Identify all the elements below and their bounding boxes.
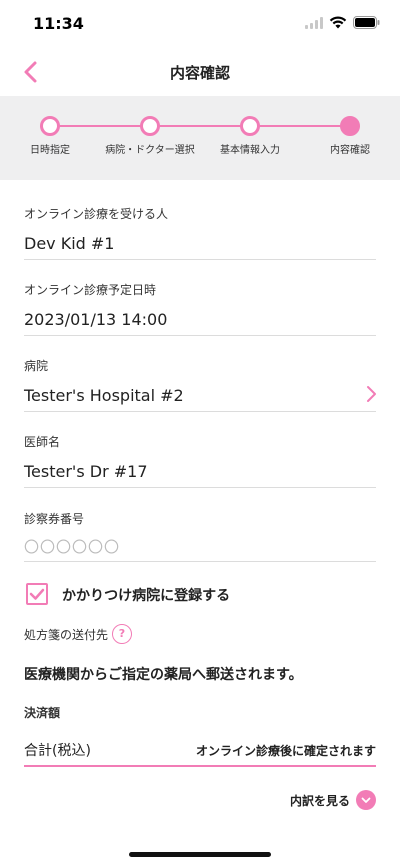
prescription-label: 処方箋の送付先 <box>24 628 109 642</box>
step-dot-4 <box>340 116 360 136</box>
prescription-text: 医療機関からご指定の薬局へ郵送されます。 <box>24 667 303 683</box>
step-dot-2 <box>140 116 160 136</box>
step-label-2: 病院・ドクター選択 <box>105 145 195 156</box>
page-title: 内容確認 <box>169 64 230 82</box>
total-label: 合計(税込) <box>24 743 91 759</box>
nav-bar: 内容確認 <box>0 50 400 94</box>
step-label-1: 日時指定 <box>30 145 70 156</box>
ticket-number-label: 診察券番号 <box>24 512 85 526</box>
view-details-label: 内訳を見る <box>289 793 350 808</box>
doctor-label: 医師名 <box>24 435 61 449</box>
payment-label: 決済額 <box>24 706 61 720</box>
status-icons <box>305 16 380 29</box>
home-indicator <box>129 852 271 857</box>
status-bar: 11:34 <box>0 0 400 50</box>
step-label-3: 基本情報入力 <box>220 145 280 156</box>
patient-label: オンライン診療を受ける人 <box>24 207 169 221</box>
payment-divider <box>24 765 376 767</box>
divider <box>24 561 376 562</box>
wifi-icon <box>329 16 347 29</box>
stepper-line <box>50 125 350 127</box>
step-dot-1 <box>40 116 60 136</box>
signal-icon <box>305 16 323 29</box>
family-hospital-label[interactable]: かかりつけ病院に登録する <box>62 585 230 605</box>
datetime-label: オンライン診療予定日時 <box>24 283 157 297</box>
progress-stepper: 日時指定 病院・ドクター選択 基本情報入力 内容確認 <box>0 96 400 180</box>
hospital-value[interactable]: Tester's Hospital #2 <box>24 386 184 405</box>
divider <box>24 335 376 336</box>
divider <box>24 411 376 412</box>
checkmark-icon <box>29 588 45 600</box>
status-time: 11:34 <box>33 14 84 33</box>
patient-value: Dev Kid #1 <box>24 234 115 253</box>
chevron-down-icon <box>356 790 376 810</box>
step-dot-3 <box>240 116 260 136</box>
view-details-button[interactable]: 内訳を見る <box>290 790 376 810</box>
battery-icon <box>353 16 380 29</box>
ticket-number-input[interactable]: 〇〇〇〇〇〇 <box>24 536 120 557</box>
datetime-value: 2023/01/13 14:00 <box>24 310 168 329</box>
chevron-right-icon[interactable] <box>364 385 378 403</box>
divider <box>24 487 376 488</box>
doctor-value: Tester's Dr #17 <box>24 462 148 481</box>
divider <box>24 259 376 260</box>
hospital-label: 病院 <box>24 359 49 373</box>
family-hospital-checkbox[interactable] <box>26 583 48 605</box>
total-value: オンライン診療後に確定されます <box>195 744 376 758</box>
step-label-4: 内容確認 <box>330 145 370 156</box>
help-icon[interactable]: ? <box>112 624 132 644</box>
